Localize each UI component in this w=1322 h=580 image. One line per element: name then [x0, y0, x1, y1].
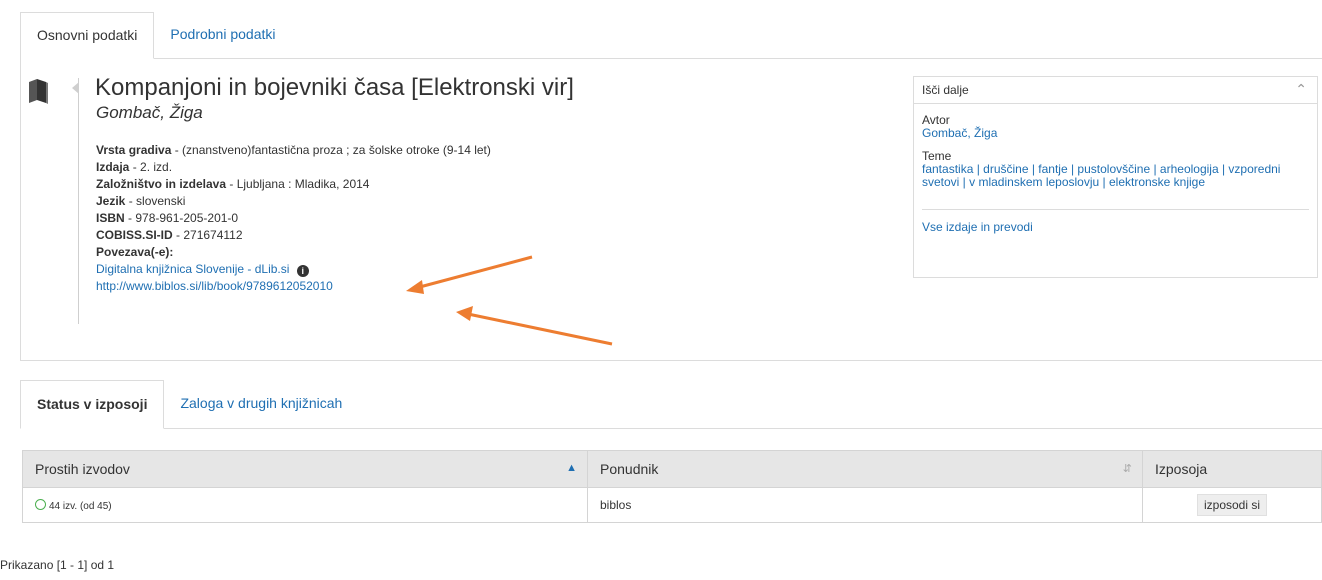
sort-icon[interactable]: ⇵: [1123, 462, 1132, 475]
record-author[interactable]: Gombač, Žiga: [96, 103, 203, 123]
sort-ascending-icon[interactable]: ▲: [566, 462, 577, 474]
tab-other-libraries[interactable]: Zaloga v drugih knjižnicah: [164, 380, 358, 428]
provider-cell: biblos: [587, 487, 1143, 523]
tab-loan-status[interactable]: Status v izposoji: [20, 380, 165, 429]
column-loan: Izposoja: [1142, 450, 1322, 488]
pagination-info: Prikazano [1 - 1] od 1: [0, 558, 115, 572]
copies-cell: 44 izv. (od 45): [22, 487, 588, 523]
tab-basic-data[interactable]: Osnovni podatki: [20, 12, 155, 59]
info-icon[interactable]: i: [296, 265, 309, 277]
divider-pointer: [72, 82, 79, 94]
link-dlib[interactable]: Digitalna knjižnica Slovenije - dLib.si: [96, 262, 289, 276]
divider: [78, 78, 79, 324]
field-cobiss-id: COBISS.SI-ID - 271674112: [96, 228, 243, 242]
all-editions-link[interactable]: Vse izdaje in prevodi: [922, 220, 1309, 234]
record-title: Kompanjoni in bojevniki časa [Elektronsk…: [95, 74, 574, 101]
field-material-type: Vrsta gradiva - (znanstveno)fantastična …: [96, 143, 491, 157]
topics-links[interactable]: fantastika | druščine | fantje | pustolo…: [922, 163, 1309, 189]
availability-tabs: Status v izposoji Zaloga v drugih knjižn…: [20, 380, 1322, 429]
book-icon: [29, 79, 48, 104]
field-edition: Izdaja - 2. izd.: [96, 160, 173, 174]
divider: [922, 209, 1309, 210]
available-icon: [35, 499, 46, 510]
field-publisher: Založništvo in izdelava - Ljubljana : Ml…: [96, 177, 370, 191]
record-tabs: Osnovni podatki Podrobni podatki: [20, 12, 1322, 59]
link-biblos[interactable]: http://www.biblos.si/lib/book/9789612052…: [96, 279, 333, 293]
search-further-box: Išči dalje ⌃ Avtor Gombač, Žiga Teme fan…: [913, 76, 1318, 278]
field-isbn: ISBN - 978-961-205-201-0: [96, 211, 239, 225]
borrow-button[interactable]: izposodi si: [1196, 494, 1268, 516]
column-provider[interactable]: Ponudnik ⇵: [587, 450, 1143, 488]
author-link[interactable]: Gombač, Žiga: [922, 127, 1309, 140]
annotation-arrow: [456, 306, 613, 346]
table-row: 44 izv. (od 45) biblos izposodi si: [22, 487, 1322, 523]
search-further-header[interactable]: Išči dalje ⌃: [914, 77, 1317, 104]
field-language: Jezik - slovenski: [96, 194, 186, 208]
annotation-arrow: [406, 255, 533, 294]
loan-cell: izposodi si: [1142, 487, 1322, 523]
column-free-copies[interactable]: Prostih izvodov ▲: [22, 450, 588, 488]
availability-table: Prostih izvodov ▲ Ponudnik ⇵ Izposoja 44…: [22, 450, 1322, 523]
chevron-up-icon[interactable]: ⌃: [1295, 81, 1307, 98]
links-label: Povezava(-e):: [96, 245, 174, 259]
tab-detailed-data[interactable]: Podrobni podatki: [154, 12, 291, 58]
